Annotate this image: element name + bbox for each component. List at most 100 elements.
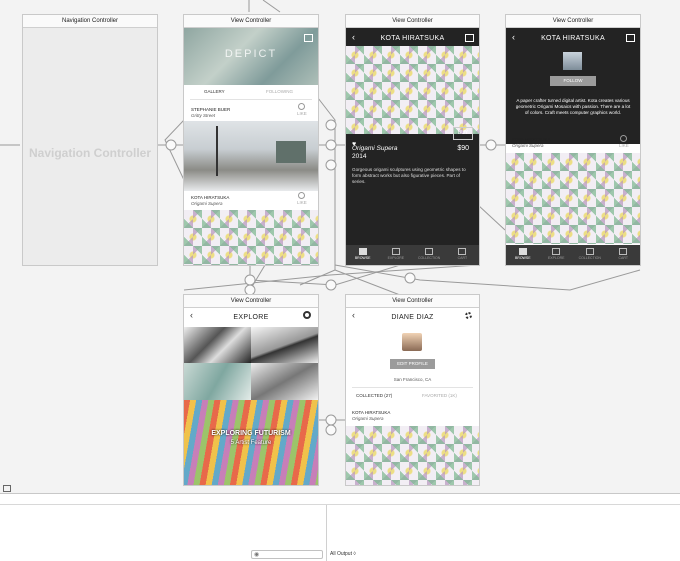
scene-title: View Controller [506, 15, 640, 28]
share-icon[interactable] [304, 34, 313, 42]
explore-tile[interactable] [184, 327, 251, 363]
explore-tile[interactable] [184, 363, 251, 400]
avatar [563, 52, 582, 70]
scene-title: View Controller [346, 15, 479, 28]
house [276, 141, 306, 163]
tab-label: BROWSE [514, 256, 531, 260]
tab-bar: BROWSE EXPLORE COLLECTION CART [506, 245, 640, 265]
item-artist[interactable]: KOTA HIRATSUKA [512, 137, 550, 142]
share-icon[interactable] [465, 34, 474, 42]
header-title: DIANE DIAZ [391, 314, 434, 321]
like-label[interactable]: LIKE [297, 111, 307, 116]
tab-explore[interactable]: EXPLORE [379, 245, 412, 265]
tab-label: BROWSE [354, 256, 371, 260]
artwork-image [346, 46, 479, 134]
item-artist[interactable]: KOTA HIRATSUKA [191, 195, 229, 200]
tab-label: EXPLORE [547, 256, 565, 260]
tab-favorited[interactable]: FAVORITED (1K) [422, 393, 457, 398]
banner-image: DEPICT [184, 28, 318, 85]
gallery-scene[interactable]: View Controller DEPICT GALLERY FOLLOWING… [183, 14, 319, 266]
share-icon[interactable] [626, 34, 635, 42]
work-year: 2014 [352, 153, 367, 160]
storyboard-canvas[interactable]: Navigation Controller Navigation Control… [0, 0, 680, 493]
tab-explore[interactable]: EXPLORE [540, 245, 574, 265]
cart-icon [619, 248, 628, 255]
scene-title: Navigation Controller [23, 15, 157, 28]
tab-browse[interactable]: BROWSE [506, 245, 540, 265]
header-title: EXPLORE [233, 314, 269, 321]
artist-bio: A paper crafter turned digital artist. K… [515, 98, 631, 115]
divider [352, 387, 473, 388]
tab-browse[interactable]: BROWSE [346, 245, 379, 265]
tab-label: CART [457, 256, 468, 260]
item-artist[interactable]: STEPHANIE BUER [191, 107, 230, 112]
artwork-detail-scene[interactable]: View Controller ‹ KOTA HIRATSUKA ♥ BUY O… [345, 14, 480, 266]
origami-artwork[interactable] [184, 210, 318, 265]
like-label[interactable]: LIKE [297, 200, 307, 205]
item-artist[interactable]: KOTA HIRATSUKA [352, 410, 390, 415]
feature-subtitle: 5 Artist Feature [230, 440, 272, 446]
scene-title: View Controller [346, 295, 479, 308]
scene-title: View Controller [184, 15, 318, 28]
like-label[interactable]: LIKE [619, 143, 629, 148]
tab-bar: BROWSE EXPLORE COLLECTION CART [346, 245, 479, 265]
heart-icon[interactable] [298, 192, 305, 199]
header-title: KOTA HIRATSUKA [380, 35, 445, 42]
feature-banner[interactable]: EXPLORING FUTURISM 5 Artist Feature [184, 400, 318, 485]
refresh-icon[interactable] [303, 311, 311, 319]
artist-profile-scene[interactable]: View Controller ‹ KOTA HIRATSUKA FOLLOW … [505, 14, 641, 266]
explore-tile[interactable] [251, 363, 318, 400]
tab-cart[interactable]: CART [607, 245, 641, 265]
tab-collection[interactable]: COLLECTION [413, 245, 446, 265]
item-work[interactable]: Gritty Street [191, 113, 215, 118]
compass-icon [552, 248, 561, 255]
feature-title: EXPLORING FUTURISM [211, 430, 291, 437]
buy-button[interactable]: BUY [453, 127, 473, 140]
output-selector[interactable]: All Output ◊ [330, 551, 356, 557]
nav-controller-label: Navigation Controller [28, 146, 151, 160]
scene-title: View Controller [184, 295, 318, 308]
grid-icon [518, 248, 527, 255]
tab-following[interactable]: FOLLOWING [266, 89, 293, 94]
gear-icon[interactable] [465, 312, 472, 319]
edit-profile-button[interactable]: EDIT PROFILE [390, 359, 435, 369]
split-divider[interactable] [326, 505, 327, 561]
item-work[interactable]: Origami Supera [512, 143, 544, 148]
tab-collected[interactable]: COLLECTED (27) [356, 393, 392, 398]
explore-scene[interactable]: View Controller ‹ EXPLORE EXPLORING FUTU… [183, 294, 319, 486]
item-work[interactable]: Origami Supera [191, 201, 223, 206]
heart-icon[interactable] [298, 103, 305, 110]
origami-artwork[interactable] [506, 153, 640, 244]
picture-icon [585, 248, 594, 255]
filter-icon: ◉ [254, 552, 260, 558]
filter-field[interactable]: ◉ [251, 550, 323, 559]
tab-label: COLLECTION [417, 256, 441, 260]
panel-toggle-icon[interactable] [3, 485, 11, 492]
avatar [402, 333, 422, 351]
tab-gallery[interactable]: GALLERY [204, 89, 225, 94]
tab-label: COLLECTION [578, 256, 601, 260]
compass-icon [391, 248, 400, 255]
divider [190, 99, 312, 100]
location: San Francisco, CA [393, 377, 432, 382]
origami-artwork[interactable] [346, 426, 479, 485]
nav-controller-body: Navigation Controller [23, 28, 157, 265]
tab-label: EXPLORE [387, 256, 405, 260]
heart-icon[interactable] [620, 135, 627, 142]
tab-collection[interactable]: COLLECTION [573, 245, 607, 265]
debug-area: ◉ All Output ◊ [0, 493, 680, 561]
grid-icon [358, 248, 367, 255]
navigation-controller-scene[interactable]: Navigation Controller Navigation Control… [22, 14, 158, 266]
tab-label: CART [618, 256, 628, 260]
item-work[interactable]: Origami Supera [352, 416, 384, 421]
photo-gritty-street[interactable] [184, 121, 318, 191]
tab-cart[interactable]: CART [446, 245, 479, 265]
banner-logo: DEPICT [224, 48, 278, 60]
description: Gorgeous origami sculptures using geomet… [352, 167, 466, 184]
user-profile-scene[interactable]: View Controller ‹ DIANE DIAZ EDIT PROFIL… [345, 294, 480, 486]
follow-button[interactable]: FOLLOW [550, 76, 596, 86]
price: $90 [457, 145, 469, 152]
explore-tile[interactable] [251, 327, 318, 363]
header-title: KOTA HIRATSUKA [541, 35, 605, 42]
work-title: Origami Supera [352, 145, 398, 152]
